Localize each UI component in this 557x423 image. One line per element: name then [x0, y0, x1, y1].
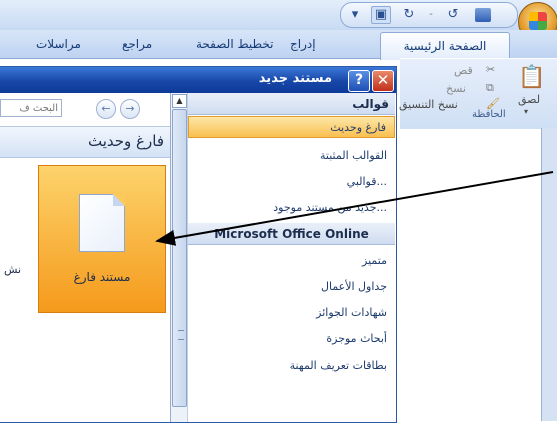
annotation-arrow [155, 171, 554, 246]
arrow-line [155, 171, 554, 246]
